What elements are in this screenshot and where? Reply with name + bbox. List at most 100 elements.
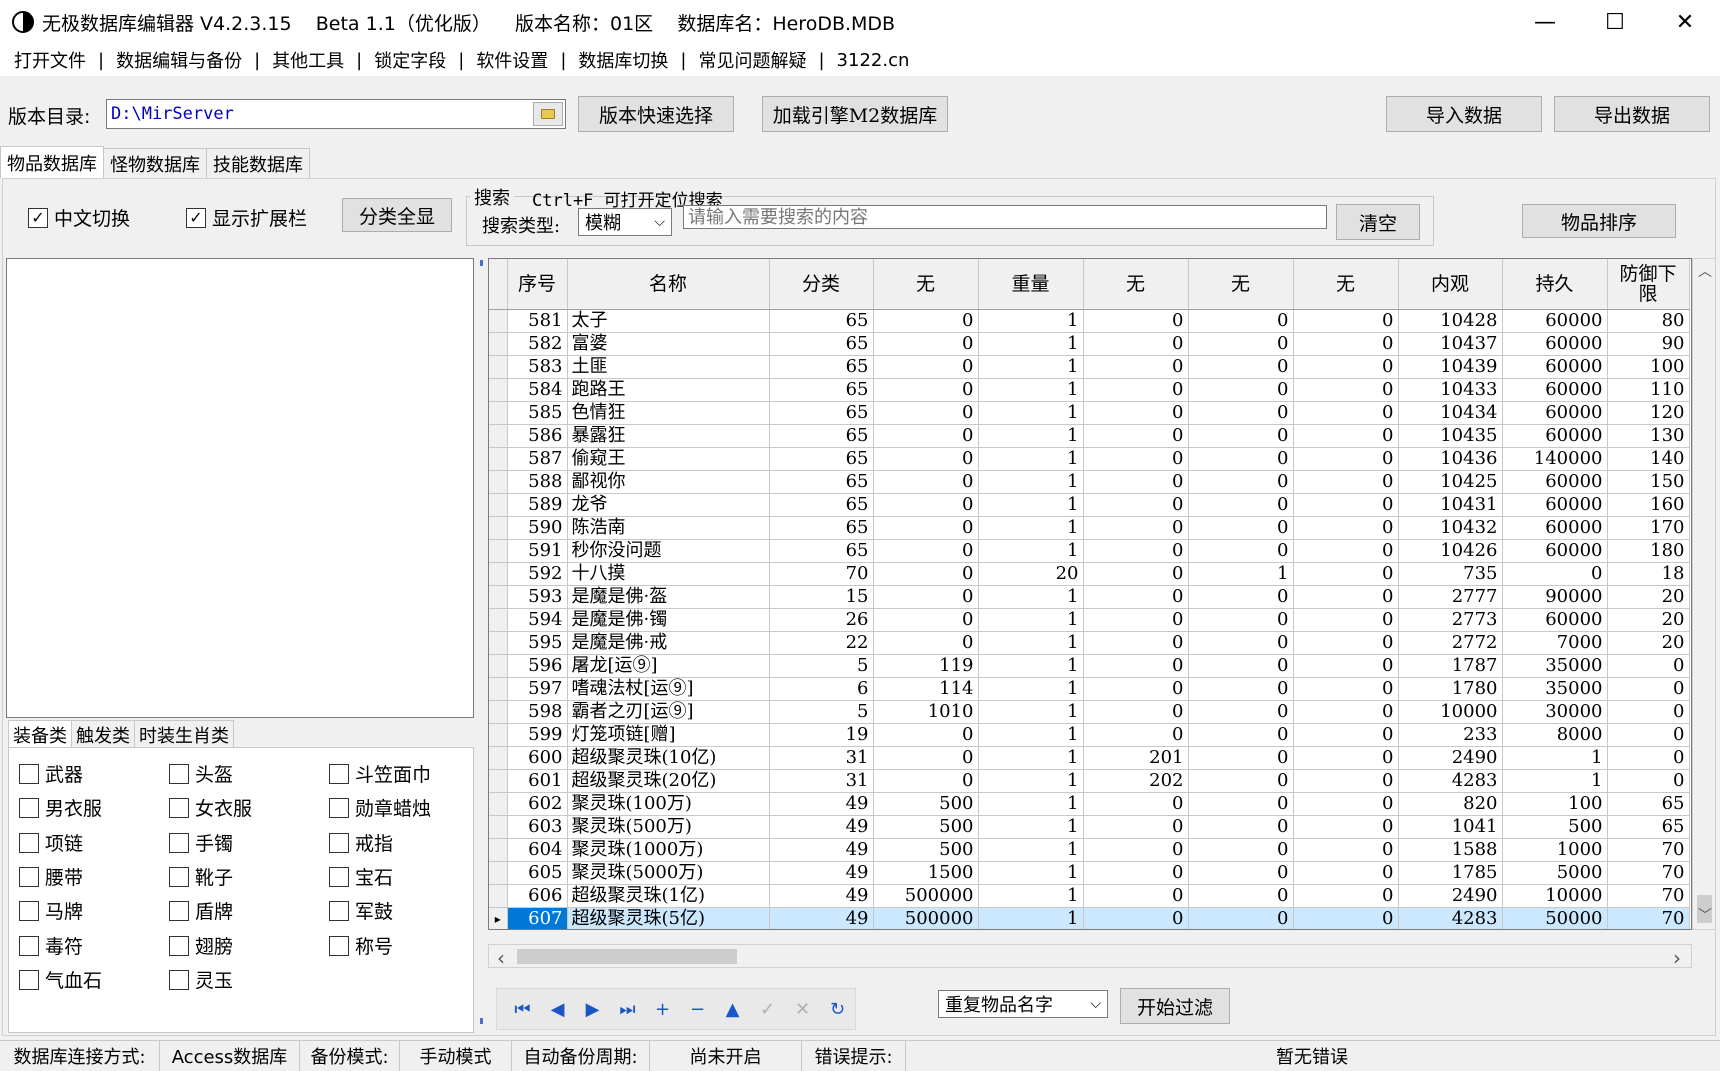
cell-value[interactable]: 500000 (873, 884, 979, 908)
row-indicator[interactable] (489, 631, 508, 655)
cell-value[interactable]: 0 (1293, 907, 1399, 929)
delete-record-icon[interactable]: − (680, 994, 715, 1024)
cell-value[interactable]: 0 (873, 631, 979, 655)
category-wings[interactable]: 翅膀 (169, 932, 233, 959)
cell-value[interactable]: 1 (1502, 769, 1608, 793)
cell-id[interactable]: 602 (507, 792, 568, 816)
cell-id[interactable]: 582 (507, 332, 568, 356)
first-record-icon[interactable]: ⏮ (505, 994, 540, 1024)
column-header[interactable]: 无 (873, 259, 979, 310)
table-row[interactable]: 605 聚灵珠(5000万) 49 1500 1 0 0 0 1785 5000 70 (489, 861, 1690, 885)
cell-value[interactable]: 1 (978, 585, 1084, 609)
table-row[interactable]: 586 暴露狂 65 0 1 0 0 0 10435 60000 130 (489, 424, 1690, 448)
cell-value[interactable]: 0 (1083, 861, 1189, 885)
cell-name[interactable]: 聚灵珠(1000万) (567, 838, 770, 862)
cell-value[interactable]: 1 (978, 838, 1084, 862)
cell-value[interactable]: 140000 (1502, 447, 1608, 471)
maximize-button[interactable]: ☐ (1580, 0, 1650, 44)
cell-name[interactable]: 色情狂 (567, 401, 770, 425)
cell-name[interactable]: 霸者之刃[运⑨] (567, 700, 770, 724)
table-row[interactable]: 591 秒你没问题 65 0 1 0 0 0 10426 60000 180 (489, 539, 1690, 563)
cell-value[interactable]: 10435 (1398, 424, 1503, 448)
cell-value[interactable]: 100 (1502, 792, 1608, 816)
table-row[interactable]: 594 是魔是佛·镯 26 0 1 0 0 0 2773 60000 20 (489, 608, 1690, 632)
cell-value[interactable]: 10428 (1398, 309, 1503, 333)
column-header[interactable]: 重量 (978, 259, 1084, 310)
cell-value[interactable]: 0 (1188, 447, 1294, 471)
cell-id[interactable]: 598 (507, 700, 568, 724)
column-header[interactable]: 无 (1188, 259, 1294, 310)
cell-value[interactable]: 1 (978, 815, 1084, 839)
cell-value[interactable]: 1 (978, 631, 1084, 655)
cell-name[interactable]: 富婆 (567, 332, 770, 356)
cell-id[interactable]: 606 (507, 884, 568, 908)
table-row[interactable]: 601 超级聚灵珠(20亿) 31 0 1 202 0 0 4283 1 0 (489, 769, 1690, 793)
cell-value[interactable]: 70 (1607, 838, 1690, 862)
cell-value[interactable]: 233 (1398, 723, 1503, 747)
scroll-up-icon[interactable]: ︿ (1698, 261, 1712, 281)
cell-value[interactable]: 1 (978, 654, 1084, 678)
cell-value[interactable]: 7000 (1502, 631, 1608, 655)
cell-value[interactable]: 0 (1083, 700, 1189, 724)
cell-value[interactable]: 0 (1502, 562, 1608, 586)
cell-value[interactable]: 0 (873, 332, 979, 356)
row-indicator[interactable] (489, 608, 508, 632)
cell-value[interactable]: 10431 (1398, 493, 1503, 517)
cell-value[interactable]: 0 (1188, 424, 1294, 448)
cell-id[interactable]: 597 (507, 677, 568, 701)
cell-id[interactable]: 585 (507, 401, 568, 425)
column-header[interactable]: 名称 (567, 259, 770, 310)
row-indicator[interactable] (489, 516, 508, 540)
cell-value[interactable]: 1 (978, 447, 1084, 471)
table-row[interactable]: 597 嗜魂法杖[运⑨] 6 114 1 0 0 0 1780 35000 0 (489, 677, 1690, 701)
cell-value[interactable]: 60000 (1502, 424, 1608, 448)
cell-value[interactable]: 0 (1293, 401, 1399, 425)
cell-value[interactable]: 10425 (1398, 470, 1503, 494)
tab-items-db[interactable]: 物品数据库 (0, 146, 104, 178)
cell-value[interactable]: 1000 (1502, 838, 1608, 862)
row-indicator[interactable] (489, 792, 508, 816)
cell-id[interactable]: 603 (507, 815, 568, 839)
cell-name[interactable]: 超级聚灵珠(20亿) (567, 769, 770, 793)
cell-value[interactable]: 1 (978, 355, 1084, 379)
cell-value[interactable]: 0 (1188, 700, 1294, 724)
cell-id[interactable]: 589 (507, 493, 568, 517)
cell-value[interactable]: 0 (1293, 815, 1399, 839)
cell-value[interactable]: 10432 (1398, 516, 1503, 540)
cell-value[interactable]: 0 (1188, 884, 1294, 908)
cell-value[interactable]: 0 (1188, 608, 1294, 632)
cell-value[interactable]: 10433 (1398, 378, 1503, 402)
cell-value[interactable]: 2490 (1398, 884, 1503, 908)
cell-value[interactable]: 80 (1607, 309, 1690, 333)
category-hp-stone[interactable]: 气血石 (19, 966, 102, 993)
column-header[interactable]: 分类 (769, 259, 874, 310)
cell-value[interactable]: 1 (978, 746, 1084, 770)
cell-name[interactable]: 超级聚灵珠(5亿) (567, 907, 770, 929)
cell-name[interactable]: 秒你没问题 (567, 539, 770, 563)
cell-value[interactable]: 0 (1188, 654, 1294, 678)
cell-value[interactable]: 18 (1607, 562, 1690, 586)
cell-value[interactable]: 0 (1083, 401, 1189, 425)
cell-value[interactable]: 0 (1083, 516, 1189, 540)
cell-name[interactable]: 暴露狂 (567, 424, 770, 448)
menu-open-file[interactable]: 打开文件 (8, 47, 92, 73)
cell-value[interactable]: 1 (978, 884, 1084, 908)
cell-value[interactable]: 49 (769, 884, 874, 908)
cell-value[interactable]: 0 (1083, 723, 1189, 747)
row-indicator[interactable] (489, 539, 508, 563)
category-gem[interactable]: 宝石 (329, 863, 393, 890)
cell-value[interactable]: 70 (1607, 907, 1690, 929)
cell-name[interactable]: 偷窥王 (567, 447, 770, 471)
cell-value[interactable]: 0 (1293, 470, 1399, 494)
cell-value[interactable]: 150 (1607, 470, 1690, 494)
row-indicator[interactable] (489, 493, 508, 517)
cell-value[interactable]: 10426 (1398, 539, 1503, 563)
cell-value[interactable]: 10437 (1398, 332, 1503, 356)
cell-value[interactable]: 60000 (1502, 355, 1608, 379)
cell-value[interactable]: 0 (1293, 654, 1399, 678)
row-indicator[interactable] (489, 884, 508, 908)
category-helmet[interactable]: 头盔 (169, 760, 233, 787)
cell-value[interactable]: 90000 (1502, 585, 1608, 609)
cell-value[interactable]: 0 (1188, 723, 1294, 747)
cell-value[interactable]: 0 (1293, 562, 1399, 586)
